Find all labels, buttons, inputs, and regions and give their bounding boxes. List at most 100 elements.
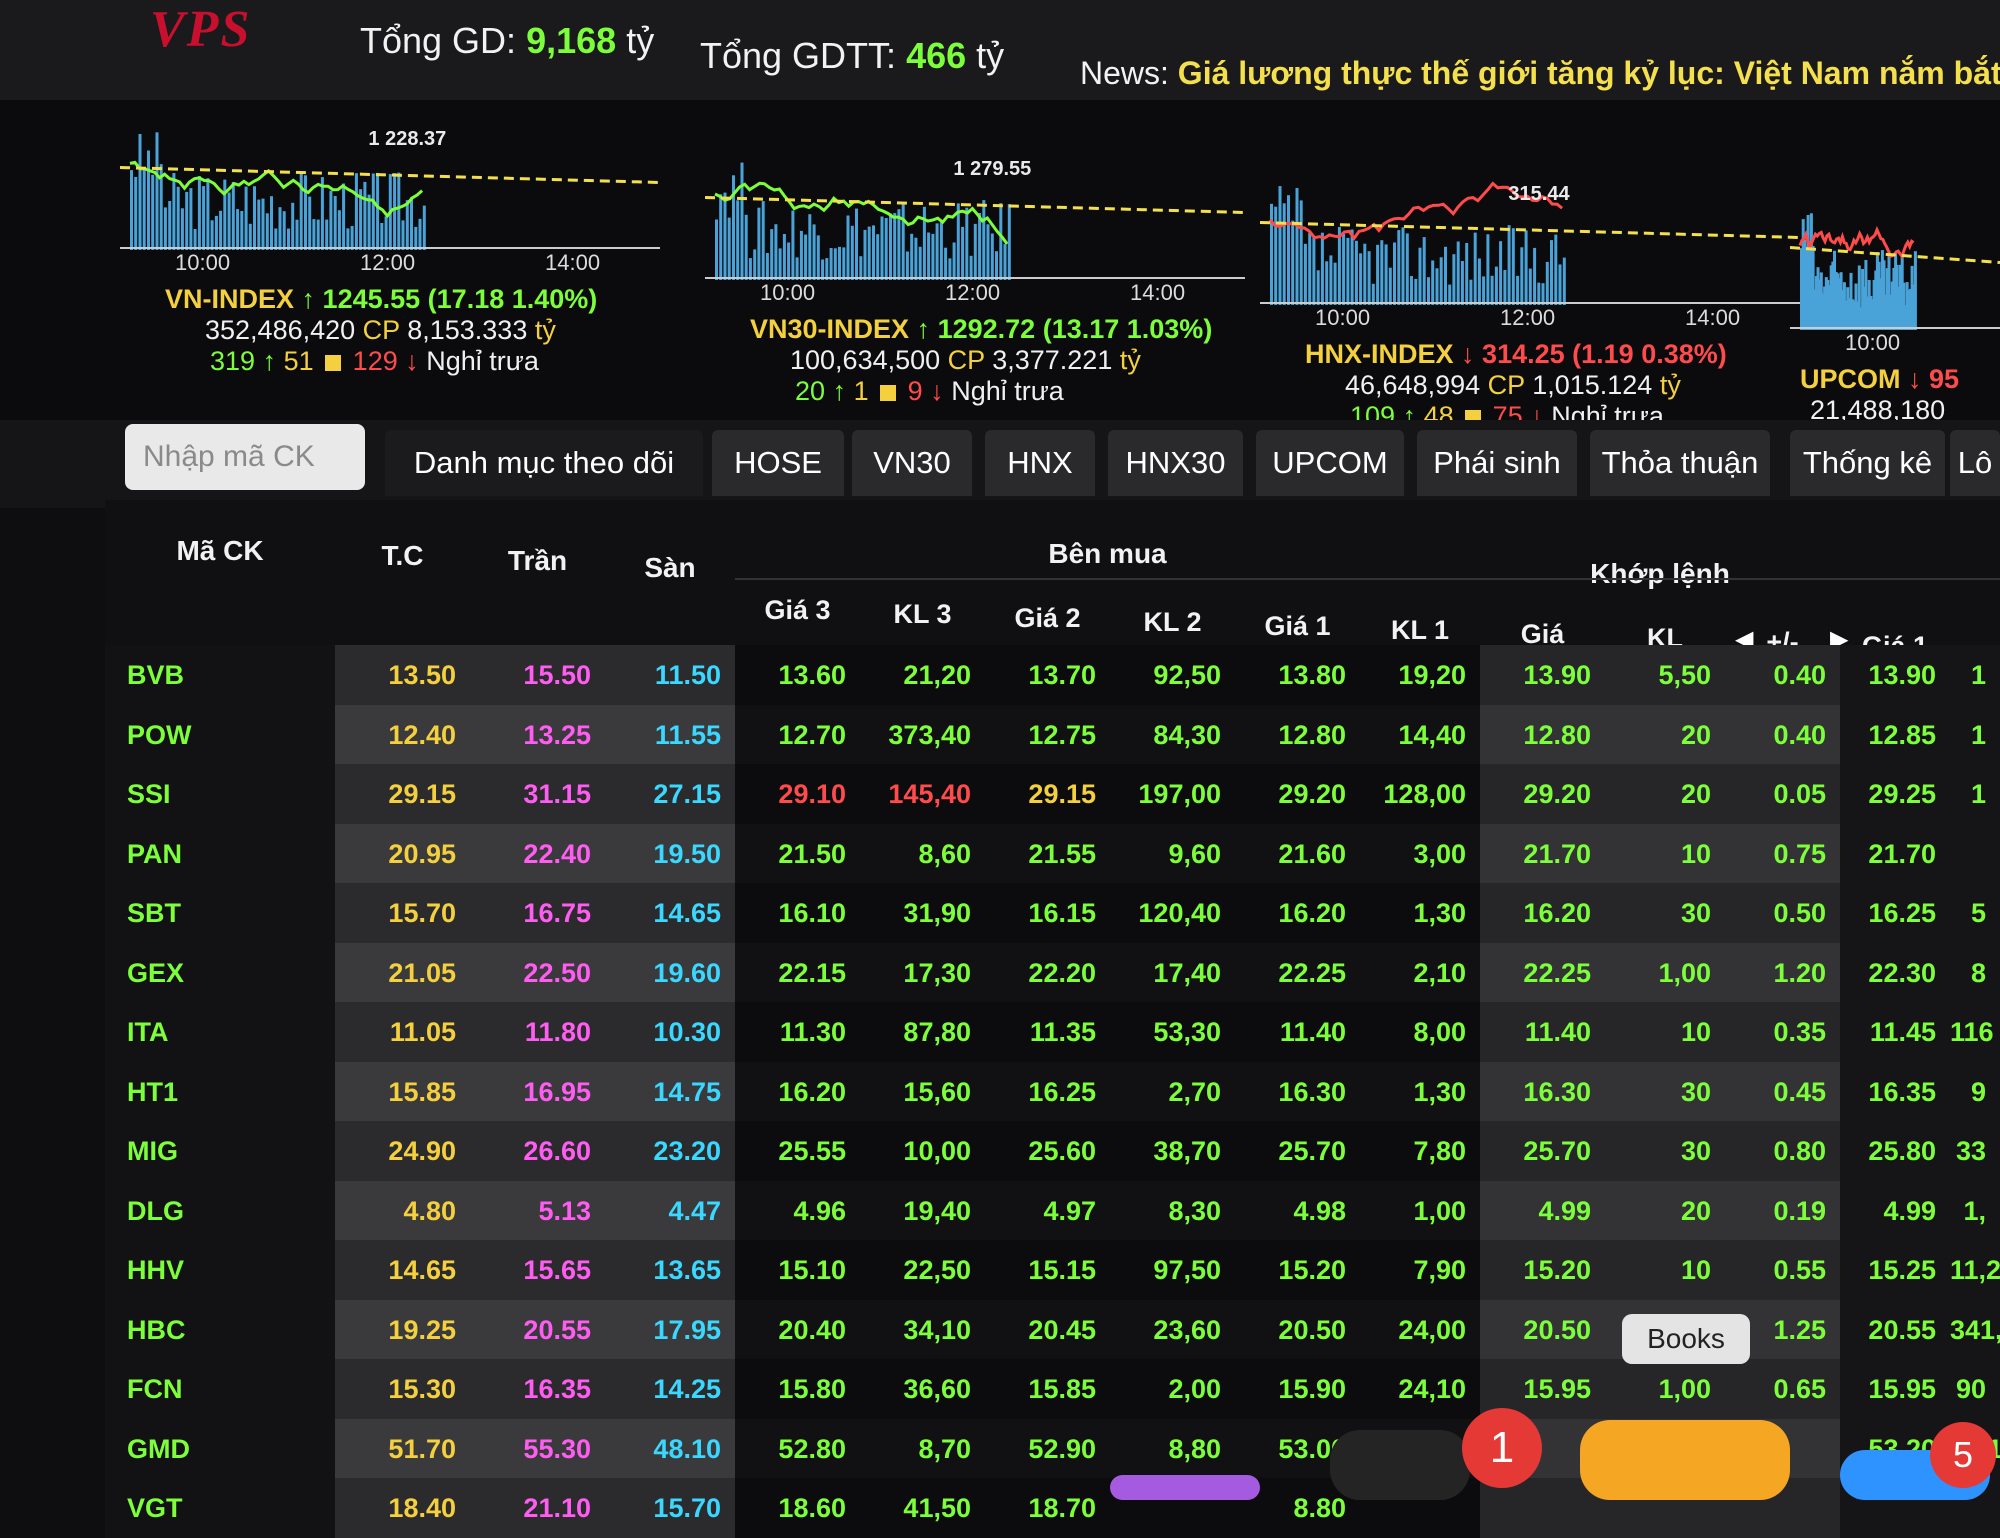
cell-symbol[interactable]: BVB [105, 645, 335, 705]
cell-tc: 14.65 [335, 1240, 470, 1300]
cell-chg: 0.65 [1725, 1359, 1840, 1419]
reference-level-label: 1 279.55 [953, 158, 1032, 180]
time-tick: 10:00 [175, 250, 231, 275]
index-name: UPCOM [1800, 364, 1901, 394]
cell-v2: 53,30 [1110, 1002, 1235, 1062]
cell-tc: 11.05 [335, 1002, 470, 1062]
cell-p3: 12.70 [735, 704, 860, 765]
time-tick: 10:00 [760, 280, 816, 305]
cell-tc: 12.40 [335, 704, 470, 765]
cell-c: 16.75 [470, 883, 605, 943]
cell-mp: 15.20 [1480, 1240, 1605, 1300]
cell-ap: 22.30 [1840, 942, 1950, 1003]
col-header-ceil[interactable]: Trần [470, 545, 605, 577]
col-header-bid-price1[interactable]: Giá 1 [1235, 611, 1360, 642]
books-app-icon[interactable] [1580, 1420, 1790, 1500]
dock-app-icon[interactable] [1330, 1430, 1470, 1500]
cell-v3: 22,50 [860, 1240, 985, 1300]
cell-symbol[interactable]: FCN [105, 1359, 335, 1419]
cell-v2: 9,60 [1110, 823, 1235, 884]
cell-p1: 29.20 [1235, 764, 1360, 824]
cell-p2: 16.15 [985, 883, 1110, 943]
reference-level-label: 1 228.37 [368, 128, 447, 150]
cell-mp: 11.40 [1480, 1002, 1605, 1062]
index-volume-unit: CP [362, 315, 400, 345]
cell-v1: 7,90 [1360, 1240, 1480, 1300]
table-row[interactable]: HT1 15.85 16.95 14.75 16.20 15,60 16.25 2,70 16.… [105, 1061, 2000, 1122]
cell-symbol[interactable]: VGT [105, 1478, 335, 1538]
table-row[interactable]: MIG 24.90 26.60 23.20 25.55 10,00 25.60 38,70 25… [105, 1121, 2000, 1181]
cell-tc: 13.50 [335, 645, 470, 705]
cell-symbol[interactable]: ITA [105, 1002, 335, 1062]
cell-mv: 30 [1605, 883, 1725, 943]
col-header-bid-vol1[interactable]: KL 1 [1360, 615, 1480, 646]
news-headline[interactable]: Giá lương thực thế giới tăng kỷ lục: Việ… [1178, 55, 2000, 91]
cell-p3: 18.60 [735, 1478, 860, 1538]
tab-5[interactable]: UPCOM [1256, 430, 1404, 496]
tab-3[interactable]: HNX [985, 430, 1095, 496]
cell-symbol[interactable]: DLG [105, 1180, 335, 1241]
table-row[interactable]: POW 12.40 13.25 11.55 12.70 373,40 12.75 84,30 1… [105, 704, 2000, 765]
tab-7[interactable]: Thỏa thuận [1590, 430, 1770, 496]
col-header-bid-price3[interactable]: Giá 3 [735, 595, 860, 626]
tab-1[interactable]: HOSE [712, 430, 844, 496]
col-header-symbol[interactable]: Mã CK [105, 535, 335, 567]
tab-2[interactable]: VN30 [852, 430, 972, 496]
tab-8[interactable]: Thống kê [1790, 430, 1945, 496]
col-header-bid-vol2[interactable]: KL 2 [1110, 607, 1235, 638]
cell-v2: 120,40 [1110, 883, 1235, 943]
table-row[interactable]: PAN 20.95 22.40 19.50 21.50 8,60 21.55 9,60 21.6… [105, 823, 2000, 884]
cell-symbol[interactable]: MIG [105, 1121, 335, 1181]
news-ticker[interactable]: News: Giá lương thực thế giới tăng kỷ lụ… [1080, 55, 2000, 92]
cell-av: 11,2 [1950, 1240, 2000, 1300]
dock-app-purple-icon[interactable] [1110, 1475, 1260, 1500]
cell-symbol[interactable]: HHV [105, 1240, 335, 1300]
tab-4[interactable]: HNX30 [1108, 430, 1243, 496]
cell-symbol[interactable]: SSI [105, 764, 335, 824]
cell-tc: 15.30 [335, 1359, 470, 1419]
table-row[interactable]: SSI 29.15 31.15 27.15 29.10 145,40 29.15 197,00… [105, 764, 2000, 824]
table-row[interactable]: DLG 4.80 5.13 4.47 4.96 19,40 4.97 8,30 4.98 1,00… [105, 1180, 2000, 1241]
cell-symbol[interactable]: POW [105, 704, 335, 765]
cell-symbol[interactable]: HBC [105, 1299, 335, 1360]
stock-search-input[interactable]: Nhập mã CK [125, 424, 365, 490]
cell-chg: 1.20 [1725, 942, 1840, 1003]
index-panel-vn30[interactable]: 10:00 12:00 14:00 1 279.55 VN30-INDEX ↑ 129… [705, 130, 1265, 407]
index-panel-hnx[interactable]: 10:00 12:00 14:00 315.44 HNX-INDEX ↓ 314.25… [1260, 155, 1820, 432]
tab-6[interactable]: Phái sinh [1417, 430, 1577, 496]
arrow-down-icon: ↓ [1908, 364, 1922, 394]
index-panel-upcom[interactable]: 10:00 UPCOM ↓ 95 21,488,180 177 ↑ 56 ↓ [1790, 180, 2000, 457]
col-header-bid-price2[interactable]: Giá 2 [985, 603, 1110, 634]
col-header-bid-vol3[interactable]: KL 3 [860, 599, 985, 630]
cell-p3: 52.80 [735, 1418, 860, 1479]
table-row[interactable]: GEX 21.05 22.50 19.60 22.15 17,30 22.20 17,40 22… [105, 942, 2000, 1003]
table-row[interactable]: BVB 13.50 15.50 11.50 13.60 21,20 13.70 92,50 13… [105, 645, 2000, 705]
table-row[interactable]: ITA 11.05 11.80 10.30 11.30 87,80 11.35 53,30 11… [105, 1002, 2000, 1062]
cell-ap: 4.99 [1840, 1180, 1950, 1241]
cell-symbol[interactable]: HT1 [105, 1061, 335, 1122]
vps-logo[interactable]: VPS [150, 0, 251, 59]
tab-0[interactable]: Danh mục theo dõi [385, 430, 703, 496]
cell-symbol[interactable]: GMD [105, 1418, 335, 1479]
col-header-floor[interactable]: Sàn [605, 552, 735, 584]
cell-p3: 11.30 [735, 1002, 860, 1062]
index-value: 95 [1929, 364, 1960, 394]
tab-9[interactable]: Lô [1950, 430, 2000, 496]
index-name: VN30-INDEX [750, 314, 910, 344]
table-row[interactable]: HHV 14.65 15.65 13.65 15.10 22,50 15.15 97,50 15… [105, 1240, 2000, 1300]
cell-symbol[interactable]: SBT [105, 883, 335, 943]
cell-symbol[interactable]: GEX [105, 942, 335, 1003]
cell-ap: 21.70 [1840, 823, 1950, 884]
cell-av [1950, 823, 2000, 884]
cell-v1: 1,00 [1360, 1180, 1480, 1241]
unchanged-count: 1 [853, 376, 869, 406]
time-tick: 14:00 [1685, 305, 1741, 330]
index-change: (1.19 0.38%) [1572, 339, 1727, 369]
col-header-ref[interactable]: T.C [335, 540, 470, 572]
table-row[interactable]: SBT 15.70 16.75 14.65 16.10 31,90 16.15 120,40 1… [105, 883, 2000, 943]
cell-symbol[interactable]: PAN [105, 823, 335, 884]
cell-p1: 21.60 [1235, 823, 1360, 884]
index-panel-vnindex[interactable]: 10:00 12:00 14:00 1 228.37 VN-INDEX ↑ 1245.… [120, 100, 680, 377]
cell-tc: 20.95 [335, 823, 470, 884]
table-row[interactable]: FCN 15.30 16.35 14.25 15.80 36,60 15.85 2,00 15.… [105, 1359, 2000, 1419]
